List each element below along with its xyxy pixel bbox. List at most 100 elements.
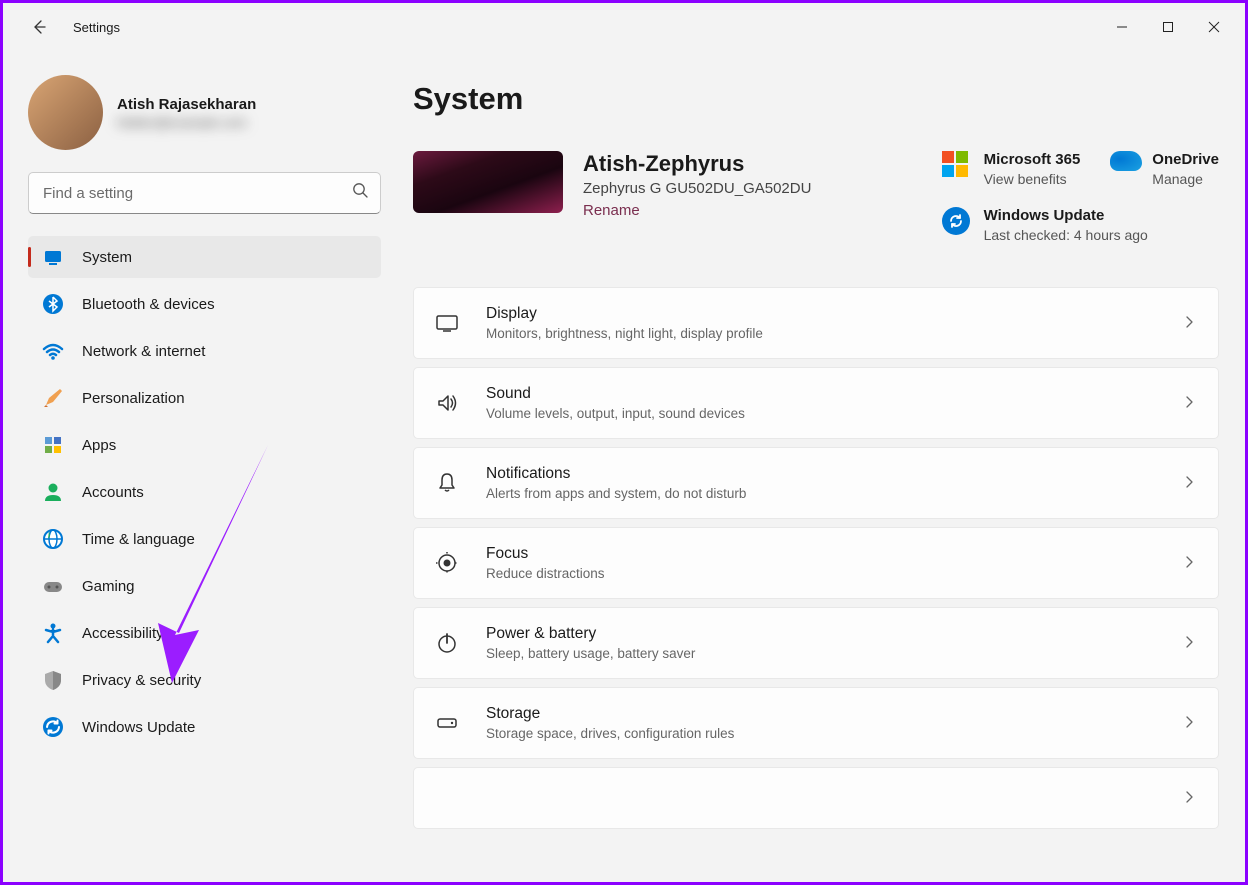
card-power[interactable]: Power & battery Sleep, battery usage, bat… [413, 607, 1219, 679]
device-model: Zephyrus G GU502DU_GA502DU [583, 180, 811, 197]
blank-icon [434, 785, 460, 811]
nav-label: Accessibility [82, 625, 164, 642]
hero-tiles: Microsoft 365 View benefits OneDrive Man… [942, 151, 1219, 243]
card-bell[interactable]: Notifications Alerts from apps and system… [413, 447, 1219, 519]
user-block[interactable]: Atish Rajasekharan hidden@example.com [28, 75, 381, 150]
card-title: Focus [486, 545, 1156, 563]
nav-label: Time & language [82, 531, 195, 548]
sidebar-item-system[interactable]: System [28, 236, 381, 278]
sidebar-item-gamepad[interactable]: Gaming [28, 565, 381, 607]
close-icon [1208, 21, 1220, 33]
maximize-icon [1162, 21, 1174, 33]
card-title: Notifications [486, 465, 1156, 483]
nav-label: Gaming [82, 578, 135, 595]
card-sound[interactable]: Sound Volume levels, output, input, sound… [413, 367, 1219, 439]
card-display[interactable]: Display Monitors, brightness, night light… [413, 287, 1219, 359]
card-sub: Reduce distractions [486, 566, 1156, 581]
maximize-button[interactable] [1145, 7, 1191, 47]
chevron-right-icon [1182, 395, 1198, 411]
desktop-thumbnail [413, 151, 563, 213]
chevron-right-icon [1182, 715, 1198, 731]
window-controls [1099, 7, 1237, 47]
titlebar: Settings [3, 3, 1245, 51]
microsoft-logo-icon [942, 151, 970, 179]
bluetooth-icon [42, 293, 64, 315]
sidebar-item-brush[interactable]: Personalization [28, 377, 381, 419]
card-item[interactable] [413, 767, 1219, 829]
apps-icon [42, 434, 64, 456]
close-button[interactable] [1191, 7, 1237, 47]
back-button[interactable] [21, 9, 57, 45]
device-info: Atish-Zephyrus Zephyrus G GU502DU_GA502D… [583, 151, 811, 220]
tile-title: Windows Update [984, 207, 1148, 224]
card-title: Power & battery [486, 625, 1156, 643]
arrow-left-icon [31, 19, 47, 35]
minimize-icon [1116, 21, 1128, 33]
tile-onedrive[interactable]: OneDrive Manage [1110, 151, 1219, 187]
sidebar-item-bluetooth[interactable]: Bluetooth & devices [28, 283, 381, 325]
update-icon [42, 716, 64, 738]
chevron-right-icon [1182, 555, 1198, 571]
card-title: Sound [486, 385, 1156, 403]
chevron-right-icon [1182, 635, 1198, 651]
card-sub: Storage space, drives, configuration rul… [486, 726, 1156, 741]
sidebar-item-update[interactable]: Windows Update [28, 706, 381, 748]
hero-section: Atish-Zephyrus Zephyrus G GU502DU_GA502D… [413, 151, 1219, 243]
sidebar-item-person[interactable]: Accounts [28, 471, 381, 513]
rename-link[interactable]: Rename [583, 202, 640, 219]
card-focus[interactable]: Focus Reduce distractions [413, 527, 1219, 599]
sound-icon [434, 390, 460, 416]
card-sub: Monitors, brightness, night light, displ… [486, 326, 1156, 341]
gamepad-icon [42, 575, 64, 597]
tile-title: OneDrive [1152, 151, 1219, 168]
chevron-right-icon [1182, 315, 1198, 331]
avatar [28, 75, 103, 150]
minimize-button[interactable] [1099, 7, 1145, 47]
storage-icon [434, 710, 460, 736]
sidebar-item-shield[interactable]: Privacy & security [28, 659, 381, 701]
nav-label: System [82, 249, 132, 266]
tile-title: Microsoft 365 [984, 151, 1081, 168]
sidebar-item-apps[interactable]: Apps [28, 424, 381, 466]
search-input[interactable] [28, 172, 381, 214]
accessibility-icon [42, 622, 64, 644]
device-name: Atish-Zephyrus [583, 151, 811, 177]
nav-label: Privacy & security [82, 672, 201, 689]
sidebar-item-wifi[interactable]: Network & internet [28, 330, 381, 372]
sidebar-item-globe[interactable]: Time & language [28, 518, 381, 560]
globe-icon [42, 528, 64, 550]
nav-label: Windows Update [82, 719, 195, 736]
onedrive-icon [1110, 151, 1138, 179]
nav-label: Apps [82, 437, 116, 454]
nav-label: Personalization [82, 390, 185, 407]
user-email: hidden@example.com [117, 115, 381, 130]
card-sub: Alerts from apps and system, do not dist… [486, 486, 1156, 501]
sidebar-item-accessibility[interactable]: Accessibility [28, 612, 381, 654]
shield-icon [42, 669, 64, 691]
focus-icon [434, 550, 460, 576]
device-block: Atish-Zephyrus Zephyrus G GU502DU_GA502D… [413, 151, 811, 243]
card-storage[interactable]: Storage Storage space, drives, configurat… [413, 687, 1219, 759]
bell-icon [434, 470, 460, 496]
sidebar: Atish Rajasekharan hidden@example.com Sy… [3, 51, 393, 882]
app-title: Settings [73, 20, 120, 35]
tile-sub: Last checked: 4 hours ago [984, 227, 1148, 243]
nav: System Bluetooth & devices Network & inter… [28, 236, 381, 748]
chevron-right-icon [1182, 790, 1198, 806]
wifi-icon [42, 340, 64, 362]
nav-label: Network & internet [82, 343, 205, 360]
power-icon [434, 630, 460, 656]
display-icon [434, 310, 460, 336]
system-icon [42, 246, 64, 268]
card-sub: Sleep, battery usage, battery saver [486, 646, 1156, 661]
card-sub: Volume levels, output, input, sound devi… [486, 406, 1156, 421]
settings-cards: Display Monitors, brightness, night light… [413, 287, 1219, 829]
tile-windows-update[interactable]: Windows Update Last checked: 4 hours ago [942, 207, 1219, 243]
nav-label: Accounts [82, 484, 144, 501]
main-content: System Atish-Zephyrus Zephyrus G GU502DU… [393, 51, 1245, 882]
card-title: Display [486, 305, 1156, 323]
card-title: Storage [486, 705, 1156, 723]
windows-update-icon [942, 207, 970, 235]
tile-microsoft-365[interactable]: Microsoft 365 View benefits [942, 151, 1081, 187]
user-info: Atish Rajasekharan hidden@example.com [117, 96, 381, 130]
